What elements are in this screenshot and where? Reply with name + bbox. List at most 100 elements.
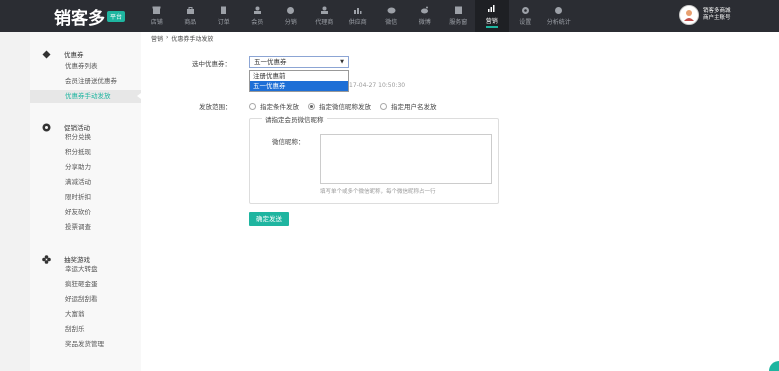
coupon-select[interactable]: 五一优惠券 ▼ — [249, 56, 349, 68]
sidebar-item[interactable]: 投票调查 — [30, 221, 141, 234]
user-line1: 销客多商城 — [703, 8, 731, 14]
nickname-textarea[interactable] — [320, 134, 492, 184]
nav-item-member[interactable]: 会员 — [241, 0, 275, 32]
member-icon — [253, 6, 262, 14]
nav-item-label: 设置 — [519, 19, 532, 26]
nav-item-label: 营销 — [485, 16, 498, 28]
coupon-select-value: 五一优惠券 — [254, 58, 287, 66]
sidebar-item[interactable]: 优惠券手动发放 — [30, 90, 141, 103]
range-radio-group: 指定条件发放 指定微信昵称发放 指定用户名发放 — [249, 101, 446, 111]
breadcrumb-current: 优惠券手动发放 — [171, 36, 214, 43]
nav-item-label: 微信 — [385, 19, 398, 26]
logo[interactable]: 销客多 平台 — [54, 5, 126, 29]
nav-item-settings[interactable]: 设置 — [509, 0, 543, 32]
weibo-icon — [420, 6, 429, 14]
sidebar-item[interactable]: 好友砍价 — [30, 206, 141, 219]
radio-label: 指定用户名发放 — [391, 103, 437, 111]
sidebar-item[interactable]: 疯狂砸金蛋 — [30, 278, 141, 291]
radio-label: 指定条件发放 — [260, 103, 299, 111]
nav-item-label: 微博 — [418, 19, 431, 26]
analytics-icon — [554, 6, 563, 14]
coupon-option[interactable]: 注册优惠前 — [250, 71, 348, 81]
nav-item-store[interactable]: 店铺 — [140, 0, 174, 32]
main-nav: 店铺 商品 订单 会员 分销 代理商 供应商 微信 微博 服务窗 营销 设置 分析统计 — [140, 0, 576, 32]
range-label: 发放范围： — [199, 103, 232, 111]
radio-button[interactable] — [249, 102, 256, 110]
nav-item-analytics[interactable]: 分析统计 — [542, 0, 576, 32]
chevron-down-icon: ▼ — [340, 59, 344, 65]
nav-item-distribution[interactable]: 分销 — [274, 0, 308, 32]
nav-item-label: 订单 — [217, 19, 230, 26]
nickname-group-title: 请指定会员微信昵称 — [262, 114, 327, 124]
sidebar: 优惠券 优惠券列表 会员注册送优惠券 优惠券手动发放 促销活动 积分兑换 积分抵现 分享助力满… — [30, 32, 141, 371]
agent-icon — [320, 6, 329, 14]
goods-icon — [186, 6, 195, 14]
nav-item-order[interactable]: 订单 — [207, 0, 241, 32]
main-content: 营销 › 优惠券手动发放 选中优惠券： 五一优惠券 ▼ 17-04-27 10:… — [141, 32, 779, 371]
nav-item-label: 会员 — [251, 19, 264, 26]
breadcrumb-separator: › — [166, 34, 169, 41]
nav-item-label: 服务窗 — [449, 19, 468, 26]
sidebar-section-title: 优惠券 — [64, 51, 84, 59]
sidebar-item[interactable]: 满减活动 — [30, 176, 141, 189]
nav-item-label: 分销 — [284, 19, 297, 26]
sidebar-item[interactable]: 会员注册送优惠券 — [30, 75, 141, 88]
radio-wechat-nickname[interactable]: 指定微信昵称发放 — [308, 101, 371, 111]
coupon-time-text: 17-04-27 10:50:30 — [349, 82, 406, 89]
sidebar-item[interactable]: 分享助力 — [30, 161, 141, 174]
nav-item-label: 店铺 — [150, 19, 163, 26]
wechat-icon — [387, 6, 396, 14]
radio-label: 指定微信昵称发放 — [319, 103, 371, 111]
avatar-face-icon — [684, 10, 694, 21]
sidebar-item[interactable]: 奖品发货管理 — [30, 338, 141, 351]
sidebar-item[interactable]: 限时折扣 — [30, 191, 141, 204]
avatar[interactable] — [679, 5, 699, 25]
nav-item-label: 分析统计 — [546, 19, 571, 26]
nav-item-service-window[interactable]: 服务窗 — [442, 0, 476, 32]
sidebar-item[interactable]: 刮刮乐 — [30, 323, 141, 336]
sidebar-section-1: 优惠券 — [42, 49, 84, 59]
distribution-icon — [286, 6, 295, 14]
sidebar-item[interactable]: 大富翁 — [30, 308, 141, 321]
radio-condition[interactable]: 指定条件发放 — [249, 101, 299, 111]
nickname-hint: 填写单个或多个微信昵称，每个微信昵称占一行 — [320, 189, 436, 195]
radio-button[interactable] — [380, 102, 387, 110]
logo-text: 销客多 — [54, 8, 105, 29]
marketing-icon — [487, 5, 496, 13]
diamond-icon — [42, 50, 51, 59]
nav-item-label: 代理商 — [315, 19, 334, 26]
breadcrumb: 营销 › 优惠券手动发放 — [151, 34, 213, 43]
user-info[interactable]: 销客多商城 商户主账号 — [679, 5, 731, 25]
sidebar-item[interactable]: 幸运大转盘 — [30, 263, 141, 276]
nav-item-supplier[interactable]: 供应商 — [341, 0, 375, 32]
nav-item-label: 供应商 — [348, 19, 367, 26]
nav-item-marketing[interactable]: 营销 — [475, 0, 509, 32]
store-icon — [152, 6, 161, 14]
nav-item-label: 商品 — [184, 19, 197, 26]
nav-item-wechat[interactable]: 微信 — [375, 0, 409, 32]
nav-item-goods[interactable]: 商品 — [174, 0, 208, 32]
sidebar-item[interactable]: 积分兑换 — [30, 131, 141, 144]
settings-icon — [521, 6, 530, 14]
top-navigation-bar: 销客多 平台 店铺 商品 订单 会员 分销 代理商 供应商 微信 微博 服务窗 营销 设置 分析统计 销… — [0, 0, 779, 32]
radio-button-checked[interactable] — [308, 102, 315, 110]
service-window-icon — [454, 6, 463, 14]
logo-badge: 平台 — [107, 10, 126, 22]
order-icon — [219, 6, 228, 14]
user-line2: 商户主账号 — [703, 15, 731, 21]
sidebar-item[interactable]: 好运刮刮看 — [30, 293, 141, 306]
nav-item-agent[interactable]: 代理商 — [308, 0, 342, 32]
nickname-label: 微信昵称： — [272, 138, 305, 146]
submit-button[interactable]: 确定发送 — [249, 212, 289, 226]
sidebar-item[interactable]: 积分抵现 — [30, 146, 141, 159]
supplier-icon — [353, 6, 362, 14]
user-text: 销客多商城 商户主账号 — [703, 8, 731, 22]
nav-item-weibo[interactable]: 微博 — [408, 0, 442, 32]
sidebar-item[interactable]: 优惠券列表 — [30, 60, 141, 73]
coupon-option-selected[interactable]: 五一优惠券 — [250, 81, 348, 91]
breadcrumb-root[interactable]: 营销 — [151, 34, 163, 43]
nickname-group: 请指定会员微信昵称 微信昵称： 填写单个或多个微信昵称，每个微信昵称占一行 — [249, 114, 499, 204]
coupon-select-label: 选中优惠券： — [192, 60, 231, 68]
coupon-dropdown: 注册优惠前 五一优惠券 — [249, 70, 349, 92]
radio-username[interactable]: 指定用户名发放 — [380, 101, 437, 111]
